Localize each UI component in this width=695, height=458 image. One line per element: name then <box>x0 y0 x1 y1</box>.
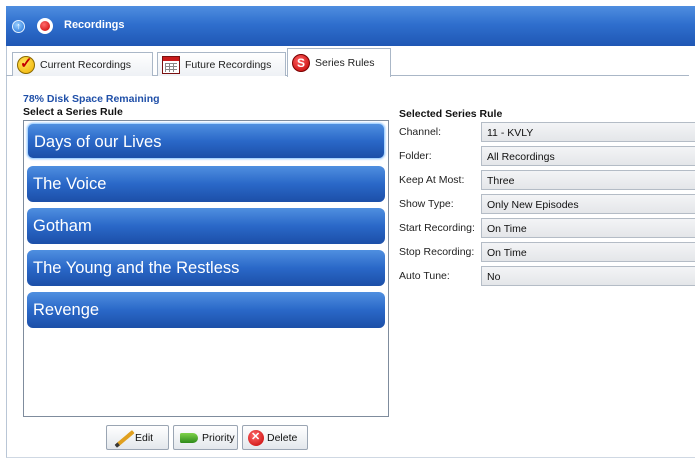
series-list-item[interactable]: The Young and the Restless <box>27 250 385 286</box>
window-title: Recordings <box>64 19 125 31</box>
start-recording-field[interactable]: On Time <box>481 218 695 238</box>
rule-row-start-recording: Start Recording: On Time <box>399 218 695 238</box>
title-bar: ↑ Recordings <box>6 6 695 46</box>
priority-button[interactable]: Priority <box>173 425 238 450</box>
delete-button-label: Delete <box>267 431 298 444</box>
tab-label: Future Recordings <box>185 58 272 71</box>
rule-row-show-type: Show Type: Only New Episodes <box>399 194 695 214</box>
delete-button[interactable]: Delete <box>242 425 308 450</box>
disk-space-status: 78% Disk Space Remaining <box>23 93 160 105</box>
edit-button-label: Edit <box>135 431 154 444</box>
tab-series-rules[interactable]: Series Rules <box>287 48 391 77</box>
channel-field[interactable]: 11 - KVLY <box>481 122 695 142</box>
select-series-label: Select a Series Rule <box>23 106 123 118</box>
series-list-item[interactable]: Gotham <box>27 208 385 244</box>
edit-button[interactable]: Edit <box>106 425 169 450</box>
stop-recording-label: Stop Recording: <box>399 246 475 258</box>
rule-row-auto-tune: Auto Tune: No <box>399 266 695 286</box>
keep-at-most-label: Keep At Most: <box>399 174 465 186</box>
tab-label: Current Recordings <box>40 58 132 71</box>
start-recording-label: Start Recording: <box>399 222 475 234</box>
rule-row-folder: Folder: All Recordings <box>399 146 695 166</box>
auto-tune-label: Auto Tune: <box>399 270 450 282</box>
keep-at-most-field[interactable]: Three <box>481 170 695 190</box>
tab-future-recordings[interactable]: Future Recordings <box>157 52 286 76</box>
pencil-icon <box>112 430 132 446</box>
folder-field[interactable]: All Recordings <box>481 146 695 166</box>
calendar-icon <box>162 55 180 74</box>
folder-label: Folder: <box>399 150 432 162</box>
series-rule-list[interactable]: Days of our Lives The Voice Gotham The Y… <box>23 120 389 417</box>
channel-label: Channel: <box>399 126 442 138</box>
series-rule-icon <box>292 54 310 72</box>
priority-button-label: Priority <box>202 431 235 444</box>
tab-current-recordings[interactable]: Current Recordings <box>12 52 153 76</box>
rule-row-channel: Channel: 11 - KVLY <box>399 122 695 142</box>
rule-row-keep-at-most: Keep At Most: Three <box>399 170 695 190</box>
show-type-label: Show Type: <box>399 198 454 210</box>
priority-arrow-icon <box>179 430 199 446</box>
selected-rule-title: Selected Series Rule <box>399 108 503 120</box>
show-type-field[interactable]: Only New Episodes <box>481 194 695 214</box>
series-list-item[interactable]: Revenge <box>27 292 385 328</box>
stop-recording-field[interactable]: On Time <box>481 242 695 262</box>
checkmark-icon <box>17 54 35 74</box>
series-list-item[interactable]: The Voice <box>27 166 385 202</box>
auto-tune-field[interactable]: No <box>481 266 695 286</box>
rule-row-stop-recording: Stop Recording: On Time <box>399 242 695 262</box>
series-list-item[interactable]: Days of our Lives <box>27 123 385 159</box>
delete-icon <box>248 429 264 446</box>
tab-strip: Current Recordings Future Recordings Ser… <box>6 48 689 77</box>
tab-label: Series Rules <box>315 57 375 69</box>
up-arrow-icon[interactable]: ↑ <box>12 20 25 33</box>
record-icon <box>37 18 53 34</box>
